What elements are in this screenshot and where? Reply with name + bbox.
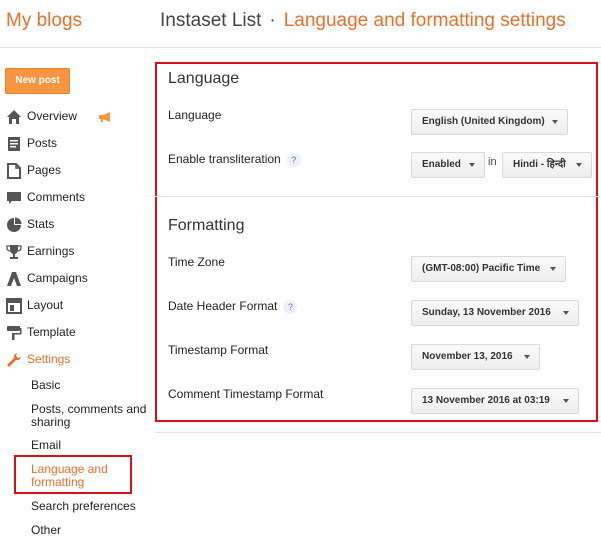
title-separator: ·: [269, 10, 276, 31]
subnav-item-posts-comments-sharing[interactable]: Posts, comments and sharing: [31, 403, 151, 429]
trophy-icon: [6, 245, 22, 259]
timestamp-select-value: November 13, 2016: [422, 351, 513, 362]
chevron-down-icon: [563, 399, 569, 403]
sidebar-item-label: Layout: [27, 298, 64, 312]
transliteration-language-value: Hindi - हिन्दी: [513, 159, 566, 170]
date-header-select-value: Sunday, 13 November 2016: [422, 307, 551, 318]
top-header: My blogs Instaset List · Language and form…: [0, 0, 601, 48]
language-select[interactable]: English (United Kingdom): [411, 109, 568, 135]
chevron-down-icon: [550, 267, 556, 271]
wrench-icon: [7, 353, 21, 367]
formatting-heading: Formatting: [168, 217, 245, 234]
sidebar-item-earnings[interactable]: Earnings: [0, 238, 152, 265]
timezone-select-value: (GMT-08:00) Pacific Time: [422, 263, 541, 274]
sidebar-item-campaigns[interactable]: Campaigns: [0, 265, 152, 292]
home-icon: [7, 110, 21, 124]
new-post-button[interactable]: New post: [5, 68, 70, 94]
date-header-select[interactable]: Sunday, 13 November 2016: [411, 300, 579, 326]
sidebar-item-label: Pages: [27, 163, 62, 177]
chevron-down-icon: [524, 355, 530, 359]
page-title: Language and formatting settings: [283, 10, 566, 31]
subnav-item-email[interactable]: Email: [31, 439, 151, 452]
comment-timestamp-select[interactable]: 13 November 2016 at 03:19: [411, 388, 579, 414]
sidebar-item-pages[interactable]: Pages: [0, 157, 152, 184]
stats-icon: [7, 217, 22, 232]
transliteration-select-value: Enabled: [422, 159, 461, 170]
sidebar-item-label: Template: [27, 325, 76, 339]
transliteration-label-text: Enable transliteration: [168, 152, 281, 166]
chevron-down-icon: [563, 311, 569, 315]
sidebar-item-comments[interactable]: Comments: [0, 184, 152, 211]
sidebar-item-stats[interactable]: Stats: [0, 211, 152, 238]
sidebar-nav: Overview Posts Pages Comments Stats Earn…: [0, 103, 152, 373]
sidebar-item-layout[interactable]: Layout: [0, 292, 152, 319]
megaphone-icon[interactable]: [98, 111, 112, 123]
sidebar-item-template[interactable]: Template: [0, 319, 152, 346]
timestamp-label: Timestamp Format: [168, 343, 269, 357]
sidebar-item-settings[interactable]: Settings: [0, 346, 152, 373]
chevron-down-icon: [469, 163, 475, 167]
sidebar-item-label: Posts: [27, 136, 58, 150]
timestamp-select[interactable]: November 13, 2016: [411, 344, 540, 370]
layout-icon: [6, 298, 22, 314]
sidebar-item-label: Campaigns: [27, 271, 88, 285]
highlight-box-subnav: [14, 455, 132, 494]
chevron-down-icon: [552, 120, 558, 124]
header-title: Instaset List · Language and formatting se…: [160, 10, 566, 32]
sidebar-item-overview[interactable]: Overview: [0, 103, 152, 130]
transliteration-select[interactable]: Enabled: [411, 152, 485, 178]
subnav-item-search-preferences[interactable]: Search preferences: [31, 500, 151, 513]
posts-icon: [8, 137, 20, 151]
sidebar-item-label: Comments: [27, 190, 86, 204]
in-label: in: [488, 156, 497, 168]
sidebar-item-label: Earnings: [27, 244, 75, 258]
language-select-value: English (United Kingdom): [422, 116, 545, 127]
panel-bottom-line: [155, 432, 601, 433]
help-icon[interactable]: ?: [286, 152, 301, 167]
timezone-label: Time Zone: [168, 255, 225, 269]
date-header-label: Date Header Format?: [168, 299, 298, 314]
help-icon[interactable]: ?: [283, 299, 298, 314]
pages-icon: [7, 163, 21, 179]
subnav-item-basic[interactable]: Basic: [31, 379, 151, 392]
my-blogs-link[interactable]: My blogs: [6, 10, 82, 32]
comment-timestamp-select-value: 13 November 2016 at 03:19: [422, 395, 550, 406]
section-divider: [155, 196, 598, 197]
transliteration-language-select[interactable]: Hindi - हिन्दी: [502, 152, 592, 178]
subnav-item-other[interactable]: Other: [31, 524, 151, 537]
comments-icon: [7, 192, 21, 204]
chevron-down-icon: [576, 163, 582, 167]
template-icon: [7, 326, 22, 340]
comment-timestamp-label: Comment Timestamp Format: [168, 387, 324, 401]
transliteration-label: Enable transliteration?: [168, 152, 301, 167]
language-heading: Language: [168, 70, 240, 87]
timezone-select[interactable]: (GMT-08:00) Pacific Time: [411, 256, 566, 282]
sidebar-item-label: Settings: [27, 352, 71, 366]
sidebar-item-label: Stats: [27, 217, 55, 231]
date-header-label-text: Date Header Format: [168, 299, 278, 313]
sidebar-item-label: Overview: [27, 109, 78, 123]
blog-title[interactable]: Instaset List: [160, 10, 261, 31]
campaigns-icon: [7, 272, 21, 286]
sidebar-item-posts[interactable]: Posts: [0, 130, 152, 157]
language-label: Language: [168, 108, 222, 122]
